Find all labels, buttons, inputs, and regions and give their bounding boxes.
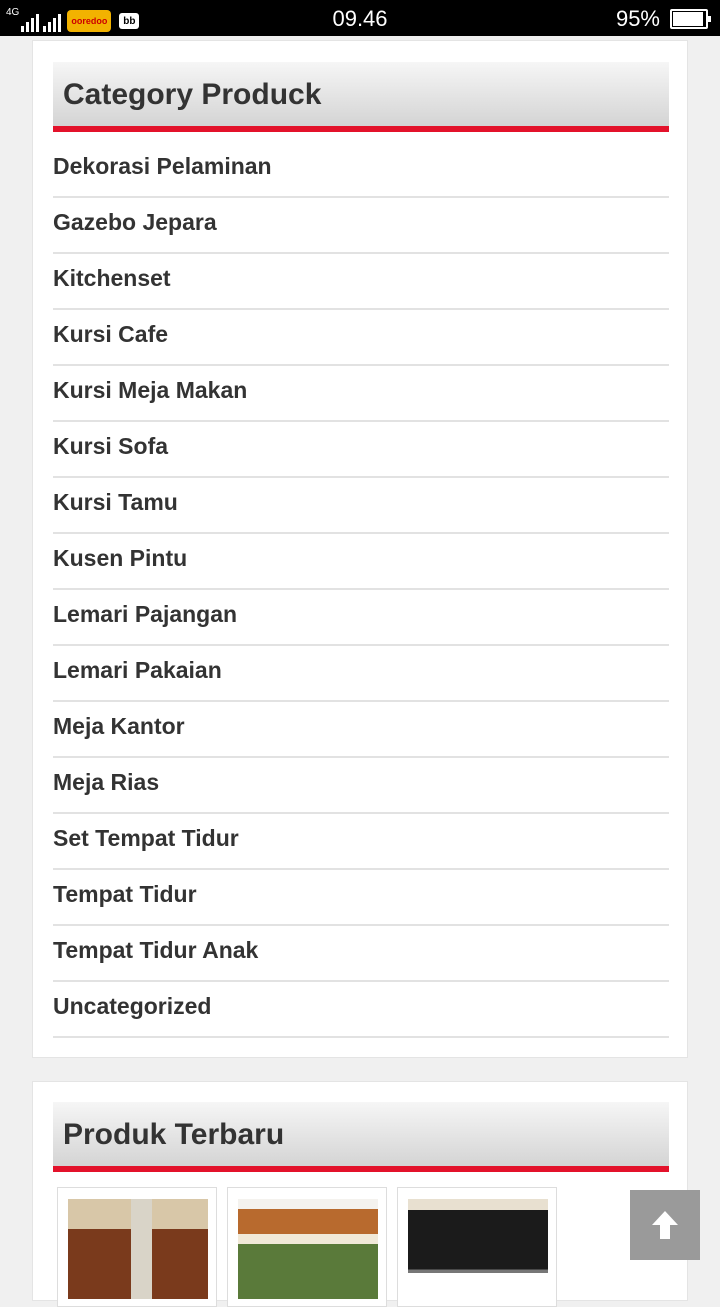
widget-title: Category Produck	[63, 78, 322, 111]
widget-title: Produk Terbaru	[63, 1118, 285, 1151]
category-link[interactable]: Gazebo Jepara	[53, 209, 217, 236]
category-item: Tempat Tidur	[53, 870, 669, 926]
battery-icon	[670, 9, 711, 29]
battery-fill	[673, 12, 703, 26]
clock: 09.46	[332, 6, 388, 31]
widget-header: Category Produck	[53, 62, 669, 132]
status-bar: 4G ooredoo bb 09.46 95%	[0, 0, 720, 36]
gazebo-image[interactable]	[238, 1199, 378, 1299]
category-link[interactable]: Tempat Tidur	[53, 881, 197, 908]
category-item: Meja Kantor	[53, 702, 669, 758]
arrow-up-icon	[652, 1211, 678, 1239]
product-card[interactable]	[57, 1187, 217, 1307]
category-item: Gazebo Jepara	[53, 198, 669, 254]
product-grid	[57, 1187, 557, 1307]
product-card[interactable]	[227, 1187, 387, 1307]
category-link[interactable]: Kitchenset	[53, 265, 171, 292]
category-item: Kursi Cafe	[53, 310, 669, 366]
category-link[interactable]: Dekorasi Pelaminan	[53, 153, 272, 180]
category-item: Kitchenset	[53, 254, 669, 310]
category-link[interactable]: Lemari Pajangan	[53, 601, 237, 628]
category-link[interactable]: Meja Rias	[53, 769, 159, 796]
category-item: Kursi Meja Makan	[53, 366, 669, 422]
category-item: Lemari Pajangan	[53, 590, 669, 646]
category-link[interactable]: Tempat Tidur Anak	[53, 937, 258, 964]
category-link[interactable]: Kursi Cafe	[53, 321, 168, 348]
category-link[interactable]: Lemari Pakaian	[53, 657, 222, 684]
category-widget: Category Produck Dekorasi Pelaminan Gazeb…	[32, 40, 688, 1058]
category-item: Uncategorized	[53, 982, 669, 1038]
kids-bed-image[interactable]	[408, 1199, 548, 1273]
category-item: Set Tempat Tidur	[53, 814, 669, 870]
category-item: Kursi Tamu	[53, 478, 669, 534]
category-link[interactable]: Set Tempat Tidur	[53, 825, 239, 852]
battery-percent: 95%	[615, 6, 660, 31]
category-item: Dekorasi Pelaminan	[53, 132, 669, 198]
scroll-to-top-button[interactable]	[630, 1190, 700, 1260]
category-link[interactable]: Kursi Sofa	[53, 433, 168, 460]
category-item: Meja Rias	[53, 758, 669, 814]
kitchen-set-image[interactable]	[68, 1199, 208, 1299]
product-card[interactable]	[397, 1187, 557, 1307]
category-item: Lemari Pakaian	[53, 646, 669, 702]
category-link[interactable]: Meja Kantor	[53, 713, 185, 740]
category-item: Tempat Tidur Anak	[53, 926, 669, 982]
category-item: Kusen Pintu	[53, 534, 669, 590]
category-list: Dekorasi Pelaminan Gazebo Jepara Kitchense…	[53, 132, 669, 1038]
status-right: 95%	[615, 6, 711, 32]
category-link[interactable]: Kursi Meja Makan	[53, 377, 247, 404]
category-link[interactable]: Kusen Pintu	[53, 545, 187, 572]
latest-products-widget: Produk Terbaru	[32, 1081, 688, 1307]
category-link[interactable]: Uncategorized	[53, 993, 211, 1020]
widget-header: Produk Terbaru	[53, 1102, 669, 1172]
category-link[interactable]: Kursi Tamu	[53, 489, 178, 516]
category-item: Kursi Sofa	[53, 422, 669, 478]
